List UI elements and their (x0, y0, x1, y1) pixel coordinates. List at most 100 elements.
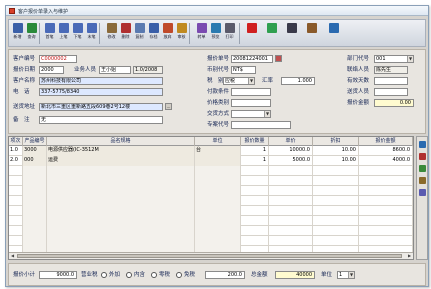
cell-seq[interactable] (9, 186, 23, 196)
cell-amount[interactable]: 8600.0 (359, 146, 413, 156)
row-insert-icon[interactable] (419, 141, 426, 148)
cell-disc[interactable]: 10.00 (313, 146, 359, 156)
cell-price[interactable] (269, 226, 313, 236)
cell-unit[interactable] (195, 166, 241, 176)
cell-price[interactable] (269, 176, 313, 186)
cell-name[interactable] (47, 236, 195, 246)
cell-unit[interactable] (195, 186, 241, 196)
cell-seq[interactable] (9, 226, 23, 236)
tax-option-radio[interactable] (101, 272, 107, 278)
toolbar-button-find[interactable]: 查询 (25, 21, 38, 46)
cell-qty[interactable] (241, 226, 269, 236)
cell-name[interactable]: 电源供应器(IC-3512M (47, 146, 195, 156)
cell-price[interactable] (269, 206, 313, 216)
cell-name[interactable] (47, 166, 195, 176)
toolbar-button-preview[interactable]: 预览 (209, 21, 222, 46)
dept-select[interactable]: 001 ▼ (374, 55, 414, 63)
table-row[interactable] (9, 206, 413, 216)
cell-unit[interactable] (195, 156, 241, 166)
cell-code[interactable] (23, 176, 47, 186)
code2-field[interactable]: 2000 (39, 66, 64, 74)
rate-field[interactable]: 1.000 (281, 77, 315, 85)
table-row[interactable] (9, 236, 413, 246)
cell-name[interactable] (47, 216, 195, 226)
cell-code[interactable]: 3000 (23, 146, 47, 156)
toolbar-button-next-record[interactable]: 下笔 (71, 21, 84, 46)
valid-field[interactable] (374, 77, 408, 85)
toolbar-button-tools[interactable] (305, 21, 318, 46)
toolbar-button-exit[interactable] (327, 21, 340, 46)
toolbar-button-last-record[interactable]: 末笔 (85, 21, 98, 46)
cell-seq[interactable] (9, 176, 23, 186)
ship-to-field[interactable] (374, 88, 408, 96)
cell-unit[interactable] (195, 236, 241, 246)
cell-price[interactable] (269, 236, 313, 246)
toolbar-button-approve[interactable]: 审核 (175, 21, 188, 46)
table-row[interactable] (9, 166, 413, 176)
cell-disc[interactable] (313, 176, 359, 186)
price-type-field[interactable] (231, 99, 271, 107)
tax-option-radio[interactable] (176, 272, 182, 278)
column-header-unit[interactable]: 单位 (195, 137, 241, 146)
cell-qty[interactable]: 1 (241, 156, 269, 166)
cell-unit[interactable] (195, 176, 241, 186)
cell-code[interactable] (23, 226, 47, 236)
cell-disc[interactable] (313, 196, 359, 206)
sales-field[interactable]: 王小姐 (99, 66, 131, 74)
toolbar-button-cancel[interactable]: 放弃 (161, 21, 174, 46)
cell-code[interactable] (23, 166, 47, 176)
scroll-right-icon[interactable]: ▶ (406, 253, 413, 259)
cell-amount[interactable] (359, 226, 413, 236)
cell-code[interactable] (23, 186, 47, 196)
cell-seq[interactable] (9, 166, 23, 176)
tax-option-radio[interactable] (151, 272, 157, 278)
toolbar-button-edit[interactable]: 修改 (105, 21, 118, 46)
cell-seq[interactable] (9, 196, 23, 206)
toolbar-button-new-doc[interactable]: 新增 (11, 21, 24, 46)
cell-unit[interactable] (195, 196, 241, 206)
cell-amount[interactable] (359, 236, 413, 246)
cell-name[interactable] (47, 176, 195, 186)
toolbar-button-attach[interactable] (285, 21, 298, 46)
cell-seq[interactable] (9, 236, 23, 246)
address-field[interactable]: 新北市三重区重新路五段609巷2号12楼 (39, 103, 163, 111)
cell-name[interactable] (47, 186, 195, 196)
quote-no-field[interactable]: 20081224001 (231, 55, 273, 63)
cell-qty[interactable] (241, 216, 269, 226)
cell-code[interactable] (23, 216, 47, 226)
terms-field[interactable] (231, 88, 271, 96)
cell-amount[interactable]: 4000.0 (359, 156, 413, 166)
cell-qty[interactable] (241, 186, 269, 196)
cell-name[interactable]: 运费 (47, 156, 195, 166)
cell-price[interactable]: 10000.0 (269, 146, 313, 156)
address-lookup-button[interactable]: … (165, 103, 172, 110)
cell-qty[interactable] (241, 196, 269, 206)
toolbar-button-save[interactable]: 存档 (147, 21, 160, 46)
cell-code[interactable] (23, 196, 47, 206)
phone-field[interactable]: 337-5775/8340 (39, 88, 163, 96)
scroll-thumb[interactable] (17, 254, 402, 258)
customer-code-field[interactable]: C0000002 (39, 55, 77, 63)
cell-seq[interactable]: 1.0 (9, 146, 23, 156)
row-search-icon[interactable] (419, 189, 426, 196)
cell-amount[interactable] (359, 176, 413, 186)
column-header-amount[interactable]: 报价金额 (359, 137, 413, 146)
cell-disc[interactable]: 10.00 (313, 156, 359, 166)
cell-unit[interactable] (195, 216, 241, 226)
horizontal-scrollbar[interactable]: ◀ ▶ (9, 252, 413, 259)
cell-amount[interactable] (359, 166, 413, 176)
cell-unit[interactable] (195, 206, 241, 216)
cell-amount[interactable] (359, 216, 413, 226)
tax-option-radio[interactable] (126, 272, 132, 278)
unit-select[interactable]: 1 ▼ (337, 271, 355, 279)
cell-disc[interactable] (313, 206, 359, 216)
cell-code[interactable] (23, 206, 47, 216)
cell-disc[interactable] (313, 226, 359, 236)
cell-name[interactable] (47, 206, 195, 216)
cell-qty[interactable] (241, 206, 269, 216)
toolbar-button-filter[interactable] (265, 21, 278, 46)
column-header-seq[interactable]: 项次 (9, 137, 23, 146)
contact-field[interactable]: 陈先生 (374, 66, 408, 74)
cell-name[interactable] (47, 196, 195, 206)
table-row[interactable] (9, 176, 413, 186)
